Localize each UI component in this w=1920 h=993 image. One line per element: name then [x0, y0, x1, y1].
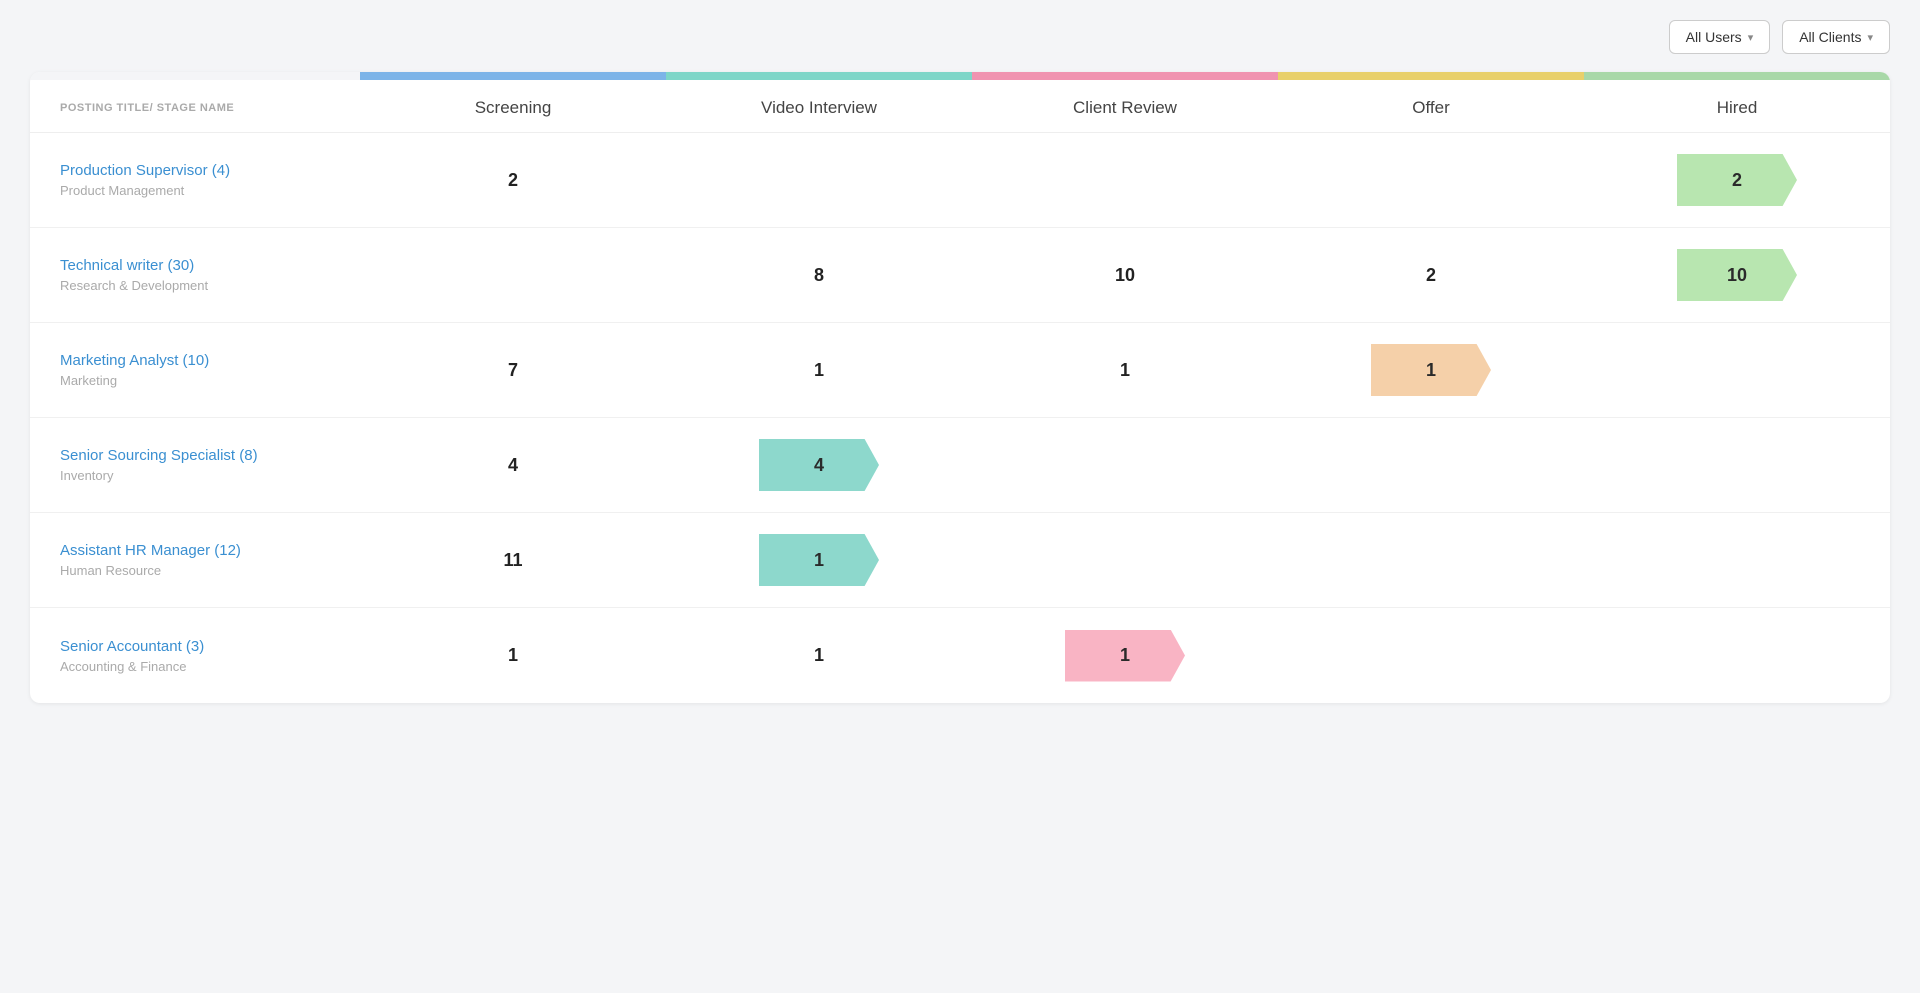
cell-client-review: 10 — [972, 265, 1278, 286]
job-cell: Assistant HR Manager (12) Human Resource — [30, 524, 360, 596]
table-body: Production Supervisor (4) Product Managem… — [30, 133, 1890, 703]
all-users-chevron-icon: ▾ — [1748, 31, 1754, 44]
video-interview-value: 1 — [814, 360, 824, 381]
offer-badge[interactable]: 1 — [1371, 344, 1491, 396]
video-interview-value: 8 — [814, 265, 824, 286]
hired-badge[interactable]: 2 — [1677, 154, 1797, 206]
job-title-link[interactable]: Senior Sourcing Specialist (8) — [60, 447, 258, 464]
video-interview-badge[interactable]: 4 — [759, 439, 879, 491]
cell-offer: 2 — [1278, 265, 1584, 286]
col-client-review: Client Review — [972, 98, 1278, 118]
bar-video-interview — [666, 72, 972, 80]
hired-badge[interactable]: 10 — [1677, 249, 1797, 301]
cell-screening: 11 — [360, 550, 666, 571]
stage-color-bar — [30, 72, 1890, 80]
cell-video-interview: 1 — [666, 645, 972, 666]
table-header: POSTING TITLE/ STAGE NAME Screening Vide… — [30, 80, 1890, 133]
screening-value: 11 — [503, 550, 522, 571]
job-title-link[interactable]: Production Supervisor (4) — [60, 162, 230, 179]
client-review-value: 10 — [1115, 265, 1135, 286]
table-row: Marketing Analyst (10) Marketing 7 1 1 1 — [30, 323, 1890, 418]
page-container: All Users ▾ All Clients ▾ POSTING TITLE/… — [0, 0, 1920, 993]
all-clients-label: All Clients — [1799, 29, 1861, 45]
cell-video-interview: 4 — [666, 439, 972, 491]
cell-client-review: 1 — [972, 360, 1278, 381]
cell-screening: 4 — [360, 455, 666, 476]
job-cell: Marketing Analyst (10) Marketing — [30, 334, 360, 406]
bar-hired — [1584, 72, 1890, 80]
screening-value: 2 — [508, 170, 518, 191]
cell-video-interview: 1 — [666, 360, 972, 381]
screening-value: 1 — [508, 645, 518, 666]
job-cell: Senior Accountant (3) Accounting & Financ… — [30, 620, 360, 692]
cell-screening: 2 — [360, 170, 666, 191]
job-department: Product Management — [60, 183, 340, 198]
bar-empty — [30, 72, 360, 80]
cell-video-interview: 1 — [666, 534, 972, 586]
cell-hired: 10 — [1584, 249, 1890, 301]
bar-offer — [1278, 72, 1584, 80]
table-row: Senior Sourcing Specialist (8) Inventory 4… — [30, 418, 1890, 513]
col-screening: Screening — [360, 98, 666, 118]
client-review-value: 1 — [1120, 360, 1130, 381]
job-title-link[interactable]: Senior Accountant (3) — [60, 638, 204, 655]
table-row: Production Supervisor (4) Product Managem… — [30, 133, 1890, 228]
cell-client-review: 1 — [972, 630, 1278, 682]
all-clients-chevron-icon: ▾ — [1867, 31, 1873, 44]
table-row: Senior Accountant (3) Accounting & Financ… — [30, 608, 1890, 703]
cell-offer: 1 — [1278, 344, 1584, 396]
screening-value: 4 — [508, 455, 518, 476]
cell-video-interview: 8 — [666, 265, 972, 286]
col-offer: Offer — [1278, 98, 1584, 118]
job-cell: Technical writer (30) Research & Developm… — [30, 239, 360, 311]
job-title-link[interactable]: Technical writer (30) — [60, 257, 194, 274]
table-row: Technical writer (30) Research & Developm… — [30, 228, 1890, 323]
all-users-label: All Users — [1686, 29, 1742, 45]
col-video-interview: Video Interview — [666, 98, 972, 118]
pipeline-table: POSTING TITLE/ STAGE NAME Screening Vide… — [30, 72, 1890, 703]
job-department: Research & Development — [60, 278, 340, 293]
job-department: Marketing — [60, 373, 340, 388]
bar-screening — [360, 72, 666, 80]
cell-screening: 7 — [360, 360, 666, 381]
job-department: Inventory — [60, 468, 340, 483]
client-review-badge[interactable]: 1 — [1065, 630, 1185, 682]
job-title-link[interactable]: Marketing Analyst (10) — [60, 352, 209, 369]
job-department: Accounting & Finance — [60, 659, 340, 674]
cell-hired: 2 — [1584, 154, 1890, 206]
screening-value: 7 — [508, 360, 518, 381]
cell-screening: 1 — [360, 645, 666, 666]
job-cell: Production Supervisor (4) Product Managem… — [30, 144, 360, 216]
job-department: Human Resource — [60, 563, 340, 578]
video-interview-value: 1 — [814, 645, 824, 666]
top-bar: All Users ▾ All Clients ▾ — [30, 20, 1890, 54]
video-interview-badge[interactable]: 1 — [759, 534, 879, 586]
offer-value: 2 — [1426, 265, 1436, 286]
job-title-link[interactable]: Assistant HR Manager (12) — [60, 542, 241, 559]
table-row: Assistant HR Manager (12) Human Resource 1… — [30, 513, 1890, 608]
bar-client-review — [972, 72, 1278, 80]
all-clients-dropdown[interactable]: All Clients ▾ — [1782, 20, 1890, 54]
all-users-dropdown[interactable]: All Users ▾ — [1669, 20, 1771, 54]
col-hired: Hired — [1584, 98, 1890, 118]
col-posting-title: POSTING TITLE/ STAGE NAME — [30, 98, 360, 118]
job-cell: Senior Sourcing Specialist (8) Inventory — [30, 429, 360, 501]
